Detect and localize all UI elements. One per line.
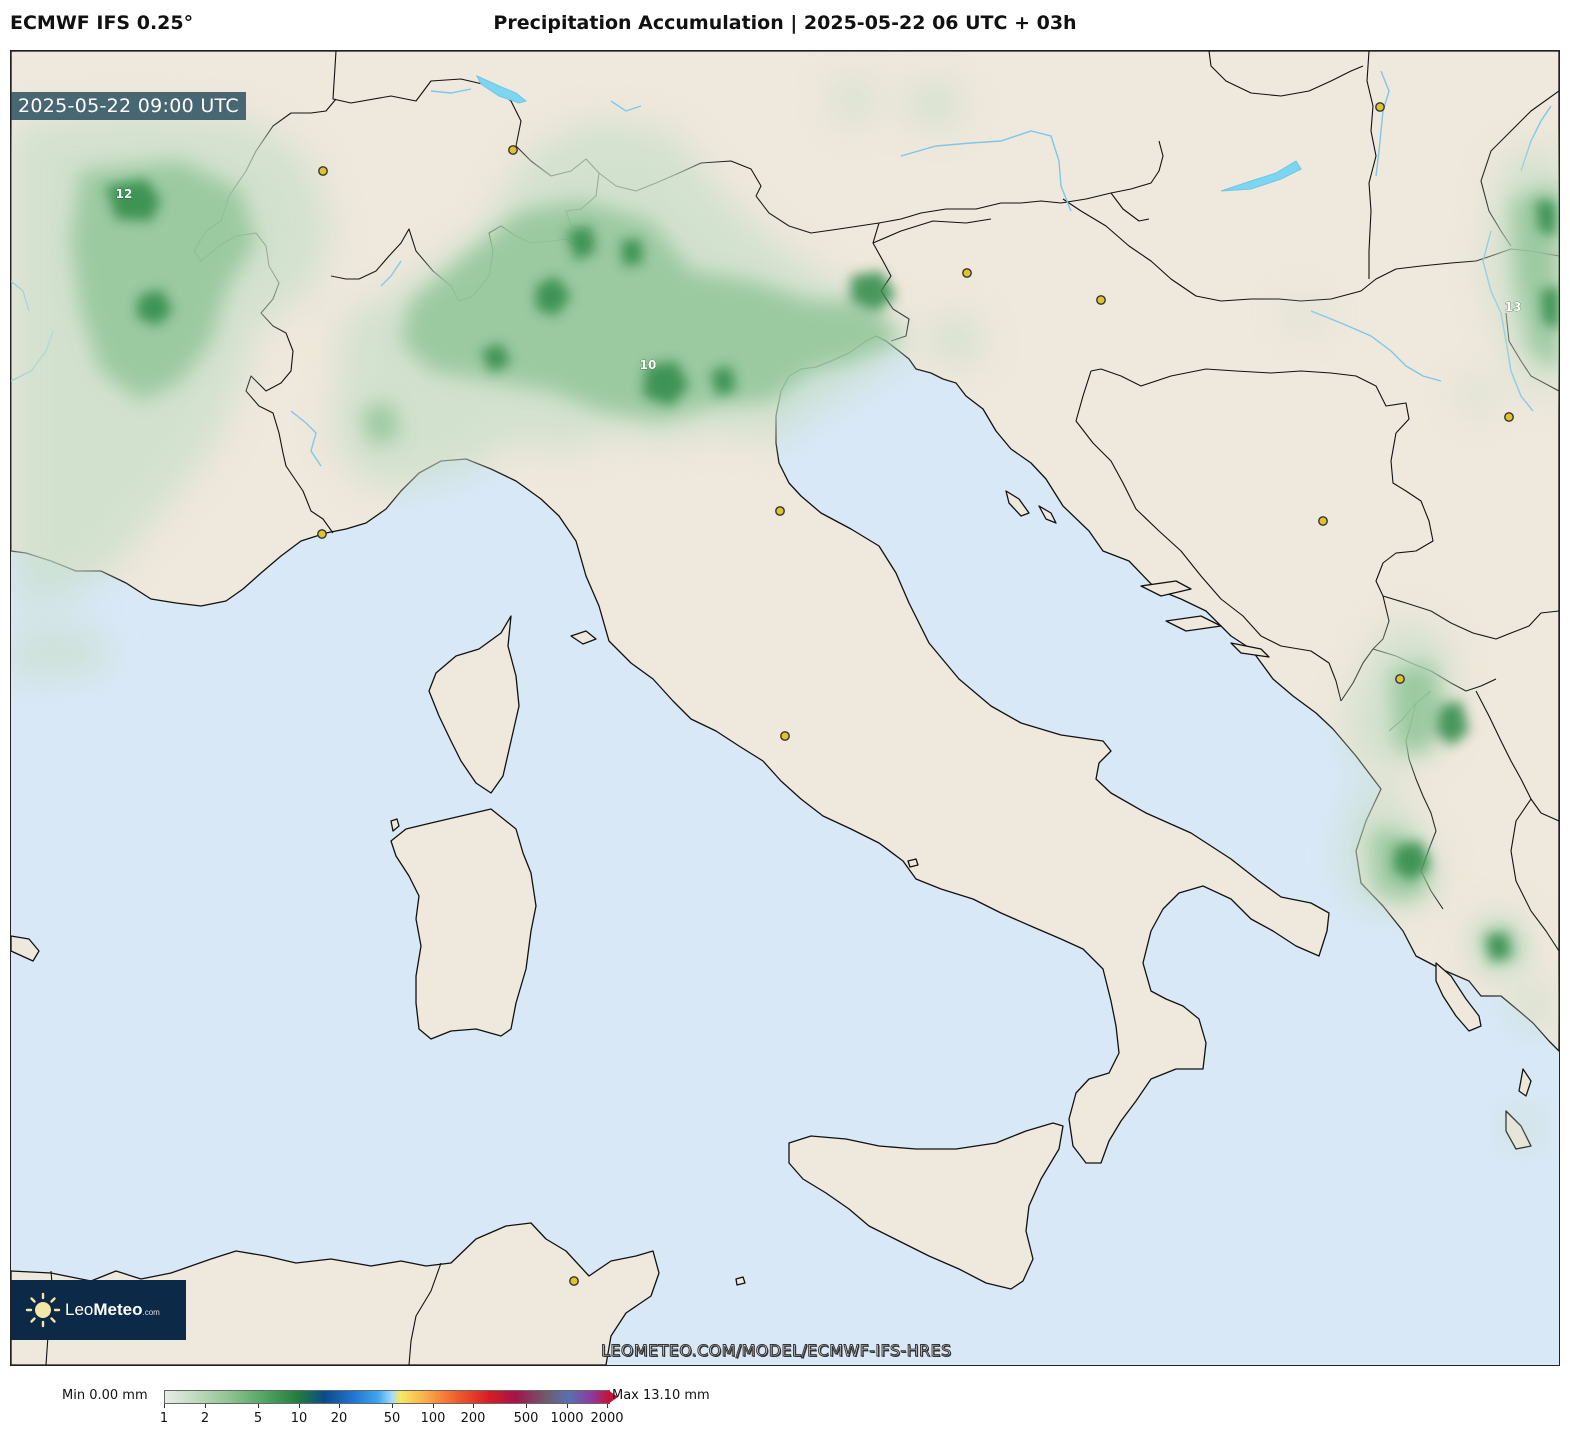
- city-dot-icon: [1096, 295, 1106, 305]
- ischia: [907, 858, 919, 868]
- max-label-east: 13: [1505, 300, 1522, 314]
- chart-title: Precipitation Accumulation | 2025-05-22 …: [493, 12, 1077, 34]
- city-dot-icon: [1318, 516, 1328, 526]
- city-dot-icon: [775, 506, 785, 516]
- city-dot-icon: [318, 166, 328, 176]
- city-dot-icon: [1504, 412, 1514, 422]
- city-dot-icon: [569, 1276, 579, 1286]
- colorbar: [164, 1390, 610, 1404]
- leometeo-logo: LeoMeteo.com: [11, 1280, 186, 1340]
- city-dot-icon: [317, 529, 327, 539]
- aeolian: [735, 1276, 746, 1286]
- city-dot-icon: [1375, 102, 1385, 112]
- sun-icon: [25, 1292, 61, 1328]
- colorbar-max-label: Max 13.10 mm: [612, 1388, 710, 1403]
- city-dot-icon: [780, 731, 790, 741]
- colorbar-min-label: Min 0.00 mm: [62, 1388, 148, 1403]
- map-canvas: 12 10 13: [11, 51, 1559, 1365]
- city-dot-icon: [962, 268, 972, 278]
- max-label-north-italy: 10: [640, 358, 657, 372]
- city-dot-icon: [508, 145, 518, 155]
- map-panel[interactable]: 12 10 13 2025-05-22 09:00 UTC LeoMeteo.c…: [10, 50, 1560, 1366]
- valid-time-badge: 2025-05-22 09:00 UTC: [11, 92, 246, 120]
- city-dot-icon: [1395, 674, 1405, 684]
- max-label-alps-west: 12: [116, 187, 133, 201]
- logo-wordmark: LeoMeteo.com: [65, 1300, 160, 1319]
- colorbar-ticks: 1 2 5 10 20 50 100 200 500 1000 2000: [159, 1404, 624, 1426]
- source-url: LEOMETEO.COM/MODEL/ECMWF-IFS-HRES: [601, 1341, 952, 1361]
